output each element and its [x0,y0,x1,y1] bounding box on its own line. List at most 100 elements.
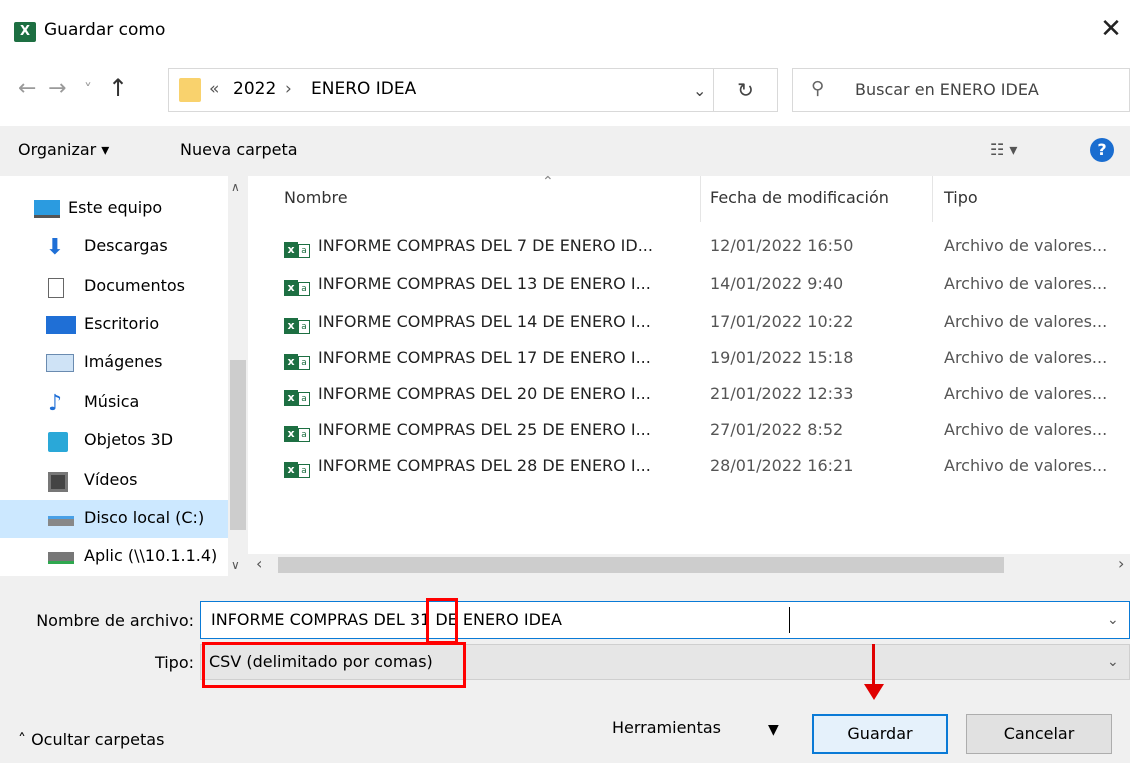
column-separator[interactable] [932,176,933,222]
view-options-icon[interactable]: ☷ ▾ [990,140,1017,159]
table-row[interactable]: xa INFORME COMPRAS DEL 7 DE ENERO ID... … [248,228,1130,266]
chevron-down-icon[interactable]: ⌄ [1107,612,1119,628]
table-row[interactable]: xa INFORME COMPRAS DEL 13 DE ENERO I... … [248,266,1130,304]
file-type: Archivo de valores... [944,420,1108,439]
csv-file-icon: xa [284,238,314,258]
back-arrow-icon[interactable]: ← [18,76,36,101]
table-row[interactable]: xa INFORME COMPRAS DEL 17 DE ENERO I... … [248,340,1130,378]
chevron-down-icon[interactable]: ⌄ [693,81,706,100]
command-bar: Organizar ▾ Nueva carpeta ☷ ▾ ? [0,126,1130,176]
close-icon[interactable]: ✕ [1096,14,1126,44]
monitor-icon [34,200,60,218]
nav-pane-scrollbar[interactable]: ∧ ∨ [228,176,248,576]
file-date: 14/01/2022 9:40 [710,274,844,293]
new-folder-button[interactable]: Nueva carpeta [180,140,298,159]
scrollbar-thumb[interactable] [230,360,246,530]
table-row[interactable]: xa INFORME COMPRAS DEL 14 DE ENERO I... … [248,304,1130,342]
sort-ascending-icon: ⌃ [542,174,554,190]
navigation-pane: Este equipo ⬇ Descargas Documentos Escri… [0,176,248,576]
annotation-arrow-head [864,684,884,700]
file-type-label: Tipo: [154,653,194,672]
column-header-name[interactable]: Nombre [284,188,348,207]
table-row[interactable]: xa INFORME COMPRAS DEL 28 DE ENERO I... … [248,448,1130,486]
sidebar-item-label: Este equipo [68,198,163,217]
tools-menu-button[interactable]: Herramientas [612,718,721,737]
file-type: Archivo de valores... [944,456,1108,475]
sidebar-item-videos[interactable]: Vídeos [0,462,228,500]
save-button[interactable]: Guardar [812,714,948,754]
file-name: INFORME COMPRAS DEL 25 DE ENERO I... [318,420,651,439]
up-arrow-icon[interactable]: ↑ [108,74,128,102]
file-list-horizontal-scrollbar[interactable]: ‹ › [248,554,1130,576]
file-name: INFORME COMPRAS DEL 20 DE ENERO I... [318,384,651,403]
column-header-type[interactable]: Tipo [944,188,978,207]
file-name: INFORME COMPRAS DEL 14 DE ENERO I... [318,312,651,331]
breadcrumb-separator: › [285,79,292,99]
column-separator[interactable] [700,176,701,222]
sidebar-item-este-equipo[interactable]: Este equipo [0,190,228,228]
filename-label: Nombre de archivo: [36,611,194,630]
desktop-icon [46,316,76,334]
scroll-up-icon[interactable]: ∧ [231,180,240,194]
file-date: 17/01/2022 10:22 [710,312,854,331]
highlight-box-type [202,642,466,688]
file-name: INFORME COMPRAS DEL 28 DE ENERO I... [318,456,651,475]
window-title: Guardar como [44,20,166,40]
sidebar-item-disco-local[interactable]: Disco local (C:) [0,500,228,538]
sidebar-item-descargas[interactable]: ⬇ Descargas [0,228,228,266]
sidebar-item-musica[interactable]: ♪ Música [0,384,228,422]
breadcrumb-item-enero-idea[interactable]: ENERO IDEA [311,79,416,99]
music-icon: ♪ [48,391,63,416]
sidebar-item-escritorio[interactable]: Escritorio [0,306,228,344]
cancel-button[interactable]: Cancelar [966,714,1112,754]
file-name: INFORME COMPRAS DEL 13 DE ENERO I... [318,274,651,293]
scroll-right-icon[interactable]: › [1118,554,1124,573]
search-input[interactable]: ⚲ Buscar en ENERO IDEA [792,68,1130,112]
recent-locations-chevron-icon[interactable]: ˅ [84,80,92,99]
sidebar-item-label: Imágenes [84,352,163,371]
network-drive-icon [48,552,74,564]
sidebar-item-objetos-3d[interactable]: Objetos 3D [0,422,228,460]
search-icon: ⚲ [811,78,825,99]
sidebar-item-label: Objetos 3D [84,430,174,449]
breadcrumb-overflow[interactable]: « [209,79,219,99]
tools-chevron-icon[interactable]: ▼ [768,722,779,738]
cube-icon [48,432,68,452]
forward-arrow-icon[interactable]: → [48,76,66,101]
column-header-date[interactable]: Fecha de modificación [710,188,889,207]
refresh-icon[interactable]: ↻ [714,68,778,112]
address-bar[interactable]: « 2022 › ENERO IDEA ⌄ [168,68,714,112]
sidebar-item-label: Disco local (C:) [84,508,205,527]
file-list: ⌃ Nombre Fecha de modificación Tipo xa I… [248,174,1130,576]
organize-menu-button[interactable]: Organizar ▾ [18,140,109,159]
sidebar-item-imagenes[interactable]: Imágenes [0,344,228,382]
scroll-left-icon[interactable]: ‹ [256,554,262,573]
sidebar-item-aplic[interactable]: Aplic (\\10.1.1.4) [0,538,228,576]
table-row[interactable]: xa INFORME COMPRAS DEL 20 DE ENERO I... … [248,376,1130,414]
breadcrumb-item-2022[interactable]: 2022 [233,79,276,99]
filename-input[interactable]: INFORME COMPRAS DEL 31 DE ENERO IDEA ⌄ [200,601,1130,639]
highlight-box-day [426,598,458,644]
help-icon[interactable]: ? [1090,138,1114,162]
scroll-down-icon[interactable]: ∨ [231,558,240,572]
file-date: 19/01/2022 15:18 [710,348,854,367]
sidebar-item-documentos[interactable]: Documentos [0,268,228,306]
csv-file-icon: xa [284,350,314,370]
table-row[interactable]: xa INFORME COMPRAS DEL 25 DE ENERO I... … [248,412,1130,450]
csv-file-icon: xa [284,422,314,442]
file-name: INFORME COMPRAS DEL 7 DE ENERO ID... [318,236,653,255]
csv-file-icon: xa [284,276,314,296]
film-icon [48,472,68,492]
hide-folders-toggle[interactable]: ˄ Ocultar carpetas [18,730,164,749]
chevron-down-icon[interactable]: ⌄ [1107,654,1119,670]
file-type: Archivo de valores... [944,348,1108,367]
annotation-arrow-shaft [872,644,875,688]
scrollbar-thumb[interactable] [278,557,1004,573]
search-placeholder: Buscar en ENERO IDEA [855,80,1039,99]
document-icon [48,278,64,298]
image-icon [46,354,74,372]
csv-file-icon: xa [284,458,314,478]
drive-icon [48,516,74,526]
title-bar: X Guardar como ✕ [0,0,1130,62]
text-cursor [789,607,790,633]
